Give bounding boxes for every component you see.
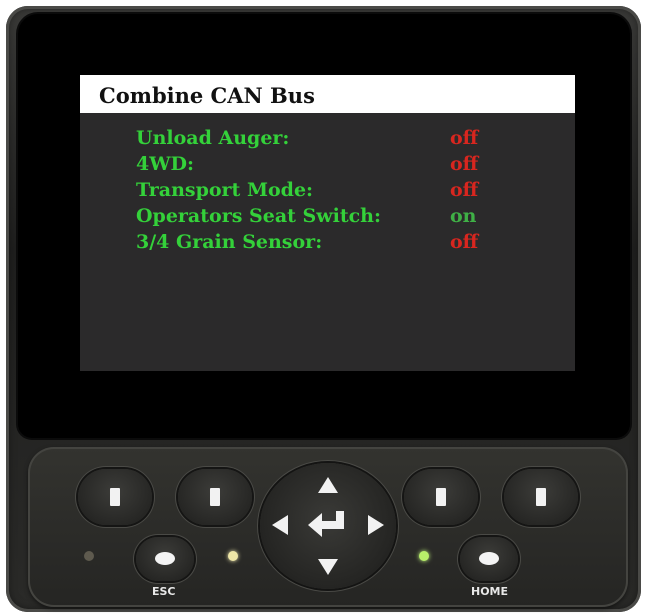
enter-icon[interactable] <box>306 507 350 543</box>
display-screen: Combine CAN Bus Unload Auger: off 4WD: o… <box>80 75 575 371</box>
function-key-icon <box>436 488 446 506</box>
button-oval-icon <box>479 552 499 565</box>
status-row-operators-seat-switch: Operators Seat Switch: on <box>136 205 556 231</box>
function-key-2[interactable] <box>178 469 252 525</box>
status-label: Unload Auger: <box>136 127 290 149</box>
status-label: Operators Seat Switch: <box>136 205 381 227</box>
button-oval-icon <box>155 552 175 565</box>
function-key-1[interactable] <box>78 469 152 525</box>
home-label: HOME <box>471 585 509 598</box>
status-label: Transport Mode: <box>136 179 314 201</box>
status-value: off <box>450 127 479 149</box>
keypad: ESC HOME <box>28 447 628 607</box>
function-key-3[interactable] <box>404 469 478 525</box>
status-value: off <box>450 153 479 175</box>
function-key-icon <box>110 488 120 506</box>
status-led-2 <box>228 551 238 561</box>
direction-pad <box>260 463 396 589</box>
page-title: Combine CAN Bus <box>99 83 315 108</box>
status-list: Unload Auger: off 4WD: off Transport Mod… <box>136 127 556 257</box>
status-led-3 <box>419 551 429 561</box>
arrow-right-icon[interactable] <box>368 515 384 535</box>
esc-button[interactable] <box>136 537 194 581</box>
home-button[interactable] <box>460 537 518 581</box>
status-row-grain-sensor: 3/4 Grain Sensor: off <box>136 231 556 257</box>
function-key-icon <box>210 488 220 506</box>
status-row-4wd: 4WD: off <box>136 153 556 179</box>
status-value: off <box>450 231 479 253</box>
status-led-1 <box>84 551 94 561</box>
function-key-icon <box>536 488 546 506</box>
arrow-down-icon[interactable] <box>318 559 338 575</box>
status-label: 4WD: <box>136 153 195 175</box>
function-key-4[interactable] <box>504 469 578 525</box>
arrow-left-icon[interactable] <box>272 515 288 535</box>
status-row-transport-mode: Transport Mode: off <box>136 179 556 205</box>
esc-label: ESC <box>152 585 176 598</box>
title-bar: Combine CAN Bus <box>80 75 575 113</box>
status-value: off <box>450 179 479 201</box>
status-value: on <box>450 205 477 227</box>
status-row-unload-auger: Unload Auger: off <box>136 127 556 153</box>
status-label: 3/4 Grain Sensor: <box>136 231 323 253</box>
arrow-up-icon[interactable] <box>318 477 338 493</box>
